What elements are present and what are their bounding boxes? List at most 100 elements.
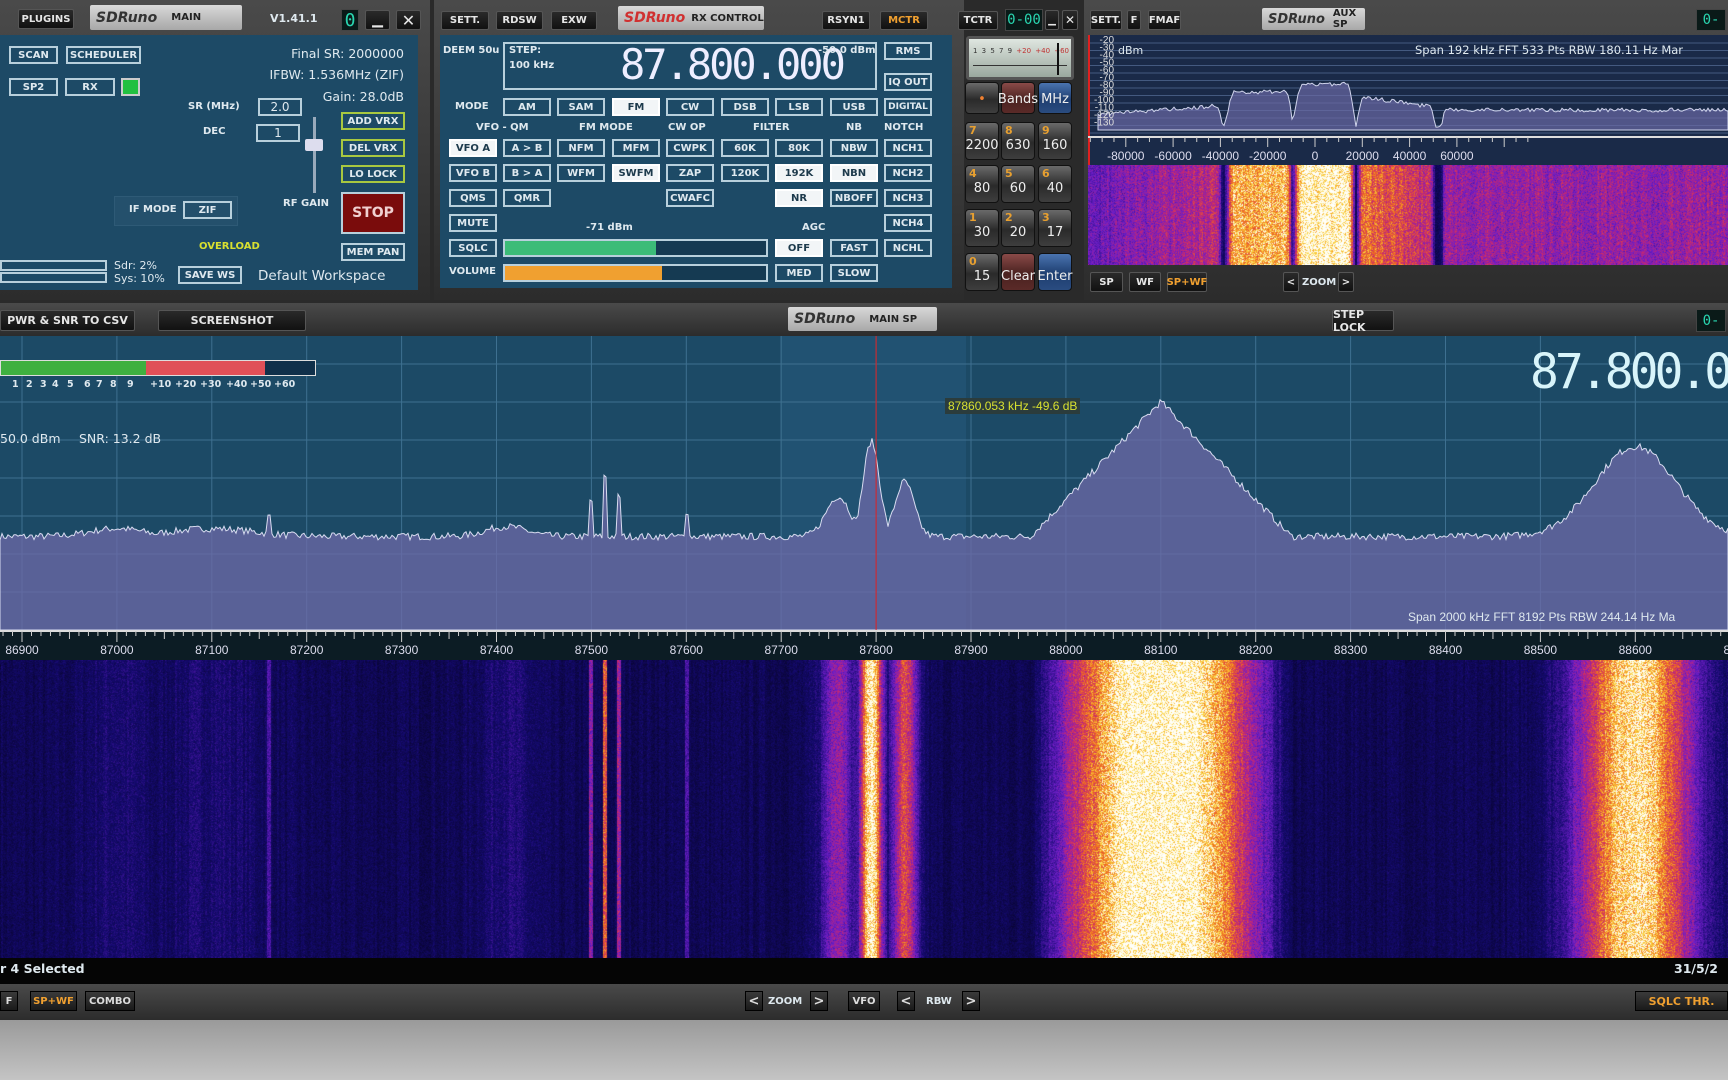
rsyn1-button[interactable]: RSYN1 (822, 11, 870, 30)
zoom-out-button[interactable]: < (745, 991, 763, 1011)
rms-button[interactable]: RMS (884, 42, 932, 60)
mode-digital-button[interactable]: DIGITAL (884, 98, 932, 116)
mctr-button[interactable]: MCTR (880, 11, 928, 30)
qms-button[interactable]: QMS (449, 189, 497, 207)
keypad-30-button[interactable]: 1 30 (965, 209, 999, 247)
scan-button[interactable]: SCAN (9, 46, 58, 64)
squelch-slider[interactable] (503, 239, 768, 257)
main-waterfall[interactable] (0, 660, 1728, 958)
nchl-button[interactable]: NCHL (884, 239, 932, 257)
keypad-15-button[interactable]: 0 15 (965, 253, 999, 291)
aux-zoom-out-button[interactable]: < (1283, 272, 1299, 292)
vfo-a-button[interactable]: VFO A (449, 139, 497, 157)
b-a-button[interactable]: B > A (503, 164, 551, 182)
agc-off-button[interactable]: OFF (775, 239, 823, 257)
del-vrx-button[interactable]: DEL VRX (341, 139, 405, 157)
60k-button[interactable]: 60K (721, 139, 769, 157)
minimize-button[interactable]: ▁ (365, 10, 390, 30)
aux-waterfall[interactable] (1088, 165, 1728, 265)
sett-button[interactable]: SETT. (441, 11, 489, 30)
mode-sam-button[interactable]: SAM (557, 98, 605, 116)
keypad-mhz-button[interactable]: MHz (1038, 82, 1072, 114)
bottom-f-button[interactable]: F (0, 991, 18, 1011)
rbw-up-button[interactable]: > (962, 991, 980, 1011)
aux-zoom-in-button[interactable]: > (1338, 272, 1354, 292)
aux-wf-button[interactable]: WF (1129, 272, 1161, 292)
keypad-40-button[interactable]: 6 40 (1038, 165, 1072, 203)
keypad-bands-button[interactable]: Bands (998, 82, 1038, 114)
main-window-title[interactable]: SDRuno MAIN (90, 5, 242, 30)
keypad-20-button[interactable]: 2 20 (1001, 209, 1035, 247)
bottom-spwf-button[interactable]: SP+WF (30, 991, 77, 1011)
iq-out-button[interactable]: IQ OUT (884, 73, 932, 91)
sqlc-button[interactable]: SQLC (449, 239, 497, 257)
keypad-2200-button[interactable]: 7 2200 (965, 122, 999, 160)
keypad-60-button[interactable]: 5 60 (1001, 165, 1035, 203)
lo-lock-button[interactable]: LO LOCK (341, 165, 405, 183)
screenshot-button[interactable]: SCREENSHOT (158, 310, 306, 331)
keypad-160-button[interactable]: 9 160 (1038, 122, 1072, 160)
nboff-button[interactable]: NBOFF (830, 189, 878, 207)
aux-sett-button[interactable]: SETT. (1090, 10, 1122, 30)
agc-slow-button[interactable]: SLOW (830, 264, 878, 282)
nbw-button[interactable]: NBW (830, 139, 878, 157)
mode-cw-button[interactable]: CW (666, 98, 714, 116)
sp2-button[interactable]: SP2 (9, 78, 58, 96)
close-button[interactable]: ✕ (1062, 10, 1078, 30)
plugins-button[interactable]: PLUGINS (18, 9, 74, 29)
vfo-button[interactable]: VFO (848, 991, 880, 1011)
keypad-enter-button[interactable]: Enter (1038, 253, 1072, 291)
scheduler-button[interactable]: SCHEDULER (66, 46, 141, 64)
swfm-button[interactable]: SWFM (612, 164, 660, 182)
keypad-17-button[interactable]: 3 17 (1038, 209, 1072, 247)
120k-button[interactable]: 120K (721, 164, 769, 182)
keypad-630-button[interactable]: 8 630 (1001, 122, 1035, 160)
cwafc-button[interactable]: CWAFC (666, 189, 714, 207)
mode-usb-button[interactable]: USB (830, 98, 878, 116)
minimize-button[interactable]: ▁ (1045, 10, 1059, 30)
zap-button[interactable]: ZAP (666, 164, 714, 182)
nfm-button[interactable]: NFM (557, 139, 605, 157)
192k-button[interactable]: 192K (775, 164, 823, 182)
mode-lsb-button[interactable]: LSB (775, 98, 823, 116)
rf-gain-slider-handle[interactable] (305, 139, 323, 151)
vfo-b-button[interactable]: VFO B (449, 164, 497, 182)
rx-control-title[interactable]: SDRuno RX CONTROL (618, 6, 764, 30)
add-vrx-button[interactable]: ADD VRX (341, 112, 405, 130)
agc-fast-button[interactable]: FAST (830, 239, 878, 257)
fmaf-button[interactable]: FMAF (1148, 10, 1181, 30)
cwpk-button[interactable]: CWPK (666, 139, 714, 157)
keypad-80-button[interactable]: 4 80 (965, 165, 999, 203)
tctr-button[interactable]: TCTR (958, 11, 998, 30)
save-ws-button[interactable]: SAVE WS (178, 266, 242, 284)
rdsw-button[interactable]: RDSW (496, 11, 543, 30)
nr-button[interactable]: NR (775, 189, 823, 207)
rf-gain-slider-track[interactable] (313, 117, 316, 193)
mute-button[interactable]: MUTE (449, 214, 497, 232)
combo-button[interactable]: COMBO (85, 991, 135, 1011)
mode-am-button[interactable]: AM (503, 98, 551, 116)
stop-button[interactable]: STOP (341, 192, 405, 234)
qmr-button[interactable]: QMR (503, 189, 551, 207)
mode-dsb-button[interactable]: DSB (721, 98, 769, 116)
if-mode-select[interactable]: ZIF (183, 201, 232, 219)
dec-input[interactable]: 1 (256, 124, 300, 142)
sqlc-thr-button[interactable]: SQLC THR. (1635, 991, 1728, 1011)
sr-input[interactable]: 2.0 (258, 98, 302, 116)
close-button[interactable]: ✕ (396, 10, 421, 30)
vfo-frequency[interactable]: 87.800.000 (620, 40, 846, 89)
mfm-button[interactable]: MFM (612, 139, 660, 157)
mem-pan-button[interactable]: MEM PAN (341, 243, 405, 261)
step-lock-button[interactable]: STEP LOCK (1332, 308, 1394, 334)
nbn-button[interactable]: NBN (830, 164, 878, 182)
aux-sp-title[interactable]: SDRuno AUX SP (1262, 8, 1365, 30)
aux-spwf-button[interactable]: SP+WF (1167, 272, 1207, 292)
nch1-button[interactable]: NCH1 (884, 139, 932, 157)
keypad-dot-button[interactable]: • (965, 82, 999, 114)
a-b-button[interactable]: A > B (503, 139, 551, 157)
aux-f-button[interactable]: F (1127, 10, 1141, 30)
aux-sp-button[interactable]: SP (1090, 272, 1123, 292)
nch2-button[interactable]: NCH2 (884, 164, 932, 182)
main-sp-title[interactable]: SDRuno MAIN SP (788, 307, 937, 331)
nch4-button[interactable]: NCH4 (884, 214, 932, 232)
